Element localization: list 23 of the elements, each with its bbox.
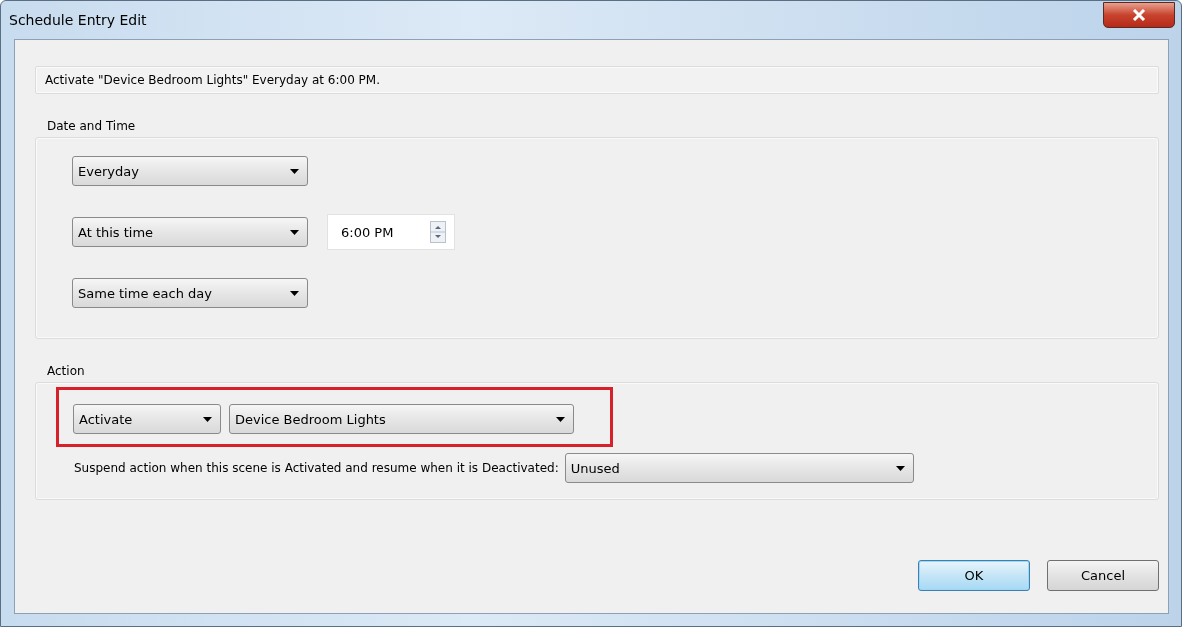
group-label: Date and Time <box>47 119 137 133</box>
summary-text: Activate "Device Bedroom Lights" Everyday at 6:00 PM. <box>35 66 1159 94</box>
dropdown[interactable]: Same time each day <box>72 278 308 308</box>
caret-icon <box>290 168 299 174</box>
group-label: Action <box>47 364 86 378</box>
dropdown[interactable]: Everyday <box>72 156 308 186</box>
caret-icon <box>895 465 905 471</box>
spinner-icon[interactable] <box>430 221 446 243</box>
caret-icon <box>290 229 299 235</box>
caret-icon <box>203 416 212 422</box>
dialog-button[interactable]: Cancel <box>1047 560 1159 591</box>
dropdown[interactable]: Device Bedroom Lights <box>229 404 574 434</box>
window-title: Schedule Entry Edit <box>9 12 147 28</box>
caret-icon <box>556 416 565 422</box>
dropdown[interactable]: At this time <box>72 217 308 247</box>
close-icon <box>1132 9 1146 21</box>
dropdown[interactable]: Unused <box>564 453 914 483</box>
dialog-button[interactable]: OK <box>918 560 1030 591</box>
suspend-label: Suspend action when this scene is Activated and resume when it is Deactivated: <box>74 461 559 475</box>
caret-icon <box>290 290 299 296</box>
time-field[interactable]: 6:00 PM <box>327 214 455 250</box>
dropdown[interactable]: Activate <box>73 404 221 434</box>
close-button[interactable] <box>1103 2 1175 28</box>
